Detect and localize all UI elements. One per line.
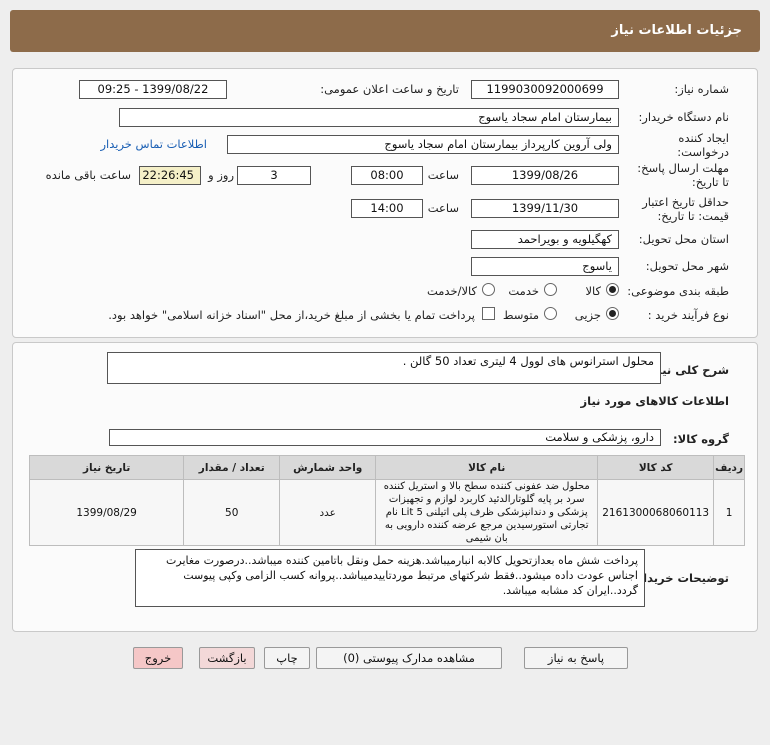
page-header: جزئیات اطلاعات نیاز [10,10,760,52]
exit-button[interactable]: خروج [133,647,183,669]
row-index: 1 [713,479,745,546]
validity-date-field: 1399/11/30 [471,199,619,218]
details-panel: شرح کلی نیاز: محلول استرانوس های لوول 4 … [12,342,758,632]
category-radio-both[interactable] [482,283,495,296]
validity-time-label: ساعت [427,201,459,215]
goods-group-field: دارو، پزشکی و سلامت [109,429,661,446]
description-field: محلول استرانوس های لوول 4 لیتری تعداد 50… [107,352,661,384]
row-unit: عدد [279,479,377,546]
need-number-field: 1199030092000699 [471,80,619,99]
need-number-label: شماره نیاز: [674,82,729,96]
col-code: کد کالا [597,455,715,480]
remaining-time-field: 22:26:45 [139,166,201,185]
category-label: طبقه بندی موضوعی: [627,284,729,298]
treasury-payment-checkbox[interactable] [482,307,495,320]
buyer-org-field: بیمارستان امام سجاد یاسوج [119,108,619,127]
creator-field: ولی آروین کارپرداز بیمارستان امام سجاد ی… [227,135,619,154]
col-unit: واحد شمارش [279,455,377,480]
row-qty: 50 [183,479,281,546]
buyer-notes-label: توضیحات خریدار: [631,571,729,585]
reply-time-field: 08:00 [351,166,423,185]
validity-label: حداقل تاریخ اعتبار قیمت: تا تاریخ: [642,195,729,223]
row-date: 1399/08/29 [28,479,185,546]
reply-date-field: 1399/08/26 [471,166,619,185]
process-radio-medium[interactable] [544,307,557,320]
category-option-service: خدمت [508,284,539,298]
buyer-notes-field: پرداخت شش ماه بعدازتحویل کالابه انبارمیب… [135,549,645,607]
buyer-org-label: نام دستگاه خریدار: [638,110,729,124]
announce-label: تاریخ و ساعت اعلان عمومی: [320,82,459,96]
announce-field: 1399/08/22 - 09:25 [79,80,227,99]
page-title: جزئیات اطلاعات نیاز [611,23,742,38]
reply-button[interactable]: پاسخ به نیاز [524,647,628,669]
reply-time-label: ساعت [427,168,459,182]
treasury-payment-text: پرداخت تمام یا بخشی از مبلغ خرید،از محل … [108,308,475,322]
col-date: تاریخ نیاز [28,455,185,480]
goods-table: ردیف کد کالا نام کالا واحد شمارش تعداد /… [28,455,745,546]
validity-time-field: 14:00 [351,199,423,218]
col-qty: تعداد / مقدار [183,455,281,480]
col-name: نام کالا [375,455,599,480]
category-option-both: کالا/خدمت [426,284,477,298]
remaining-label: ساعت باقی مانده [45,168,131,182]
print-button[interactable]: چاپ [264,647,310,669]
days-field: 3 [237,166,311,185]
process-label: نوع فرآیند خرید : [647,308,729,322]
table-row: 1 2161300068060113 محلول ضد عفونی کننده … [28,479,745,546]
row-code: 2161300068060113 [597,479,715,546]
province-label: استان محل تحویل: [638,232,729,246]
province-field: کهگیلویه و بویراحمد [471,230,619,249]
process-option-medium: متوسط [502,308,539,322]
days-label: روز و [208,168,234,182]
process-option-minor: جزیی [574,308,601,322]
goods-table-header-row: ردیف کد کالا نام کالا واحد شمارش تعداد /… [28,455,745,480]
goods-group-label: گروه کالا: [673,432,729,446]
col-index: ردیف [713,455,745,480]
contact-buyer-link[interactable]: اطلاعات تماس خریدار [100,137,207,151]
view-attachments-button[interactable]: مشاهده مدارک پیوستی (0) [316,647,502,669]
goods-section-title: اطلاعات کالاهای مورد نیاز [580,394,729,408]
city-field: یاسوج [471,257,619,276]
process-radio-minor[interactable] [606,307,619,320]
row-name: محلول ضد عفونی کننده سطح بالا و استریل ک… [375,479,599,546]
category-option-goods: کالا [585,284,601,298]
category-radio-goods[interactable] [606,283,619,296]
city-label: شهر محل تحویل: [645,259,729,273]
creator-label: ایجاد کننده درخواست: [677,131,729,159]
back-button[interactable]: بازگشت [199,647,255,669]
reply-deadline-label: مهلت ارسال پاسخ: تا تاریخ: [637,161,729,189]
info-panel: شماره نیاز: 1199030092000699 تاریخ و ساع… [12,68,758,338]
category-radio-service[interactable] [544,283,557,296]
